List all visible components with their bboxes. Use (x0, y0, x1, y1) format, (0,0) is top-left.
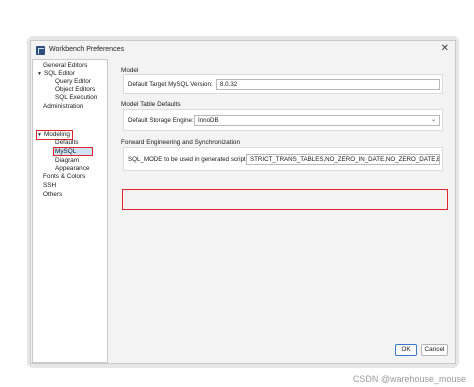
preferences-window: Workbench Preferences ✕ General Editors … (30, 40, 456, 364)
sidebar-item-sql-editor[interactable]: ▼ SQL Editor (37, 70, 75, 78)
sidebar-item-appearance[interactable]: Appearance (55, 165, 89, 173)
sql-mode-label: SQL_MODE to be used in generated scripts… (128, 156, 251, 163)
sidebar-item-query-editor[interactable]: Query Editor (55, 78, 91, 86)
storage-engine-select[interactable]: InnoDB ⌄ (194, 115, 440, 126)
sidebar-item-administration[interactable]: Administration (43, 103, 84, 111)
chevron-down-icon: ⌄ (430, 117, 436, 123)
cancel-button[interactable]: Cancel (421, 344, 448, 356)
preferences-tree: General Editors ▼ SQL Editor Query Editor… (32, 59, 108, 363)
section-title-forward-engineering: Forward Engineering and Synchronization (121, 139, 241, 146)
workbench-app-icon (36, 46, 45, 55)
title-bar: Workbench Preferences ✕ (31, 41, 455, 59)
storage-engine-label: Default Storage Engine: (128, 117, 194, 124)
chevron-down-icon[interactable]: ▼ (37, 132, 42, 138)
sidebar-item-object-editors[interactable]: Object Editors (55, 86, 95, 94)
sidebar-item-fonts-colors[interactable]: Fonts & Colors (43, 173, 85, 181)
sidebar-item-others[interactable]: Others (43, 191, 62, 199)
model-group: Default Target MySQL Version: 8.0.32 (123, 74, 443, 94)
sidebar-item-label: Modeling (43, 131, 70, 138)
sql-mode-input[interactable]: STRICT_TRANS_TABLES,NO_ZERO_IN_DATE,NO_Z… (246, 154, 440, 165)
ok-button[interactable]: OK (395, 344, 417, 356)
forward-engineering-group: SQL_MODE to be used in generated scripts… (123, 147, 443, 171)
sidebar-item-modeling[interactable]: ▼ Modeling (37, 131, 70, 139)
preferences-content: Model Default Target MySQL Version: 8.0.… (117, 59, 451, 359)
target-version-label: Default Target MySQL Version: (128, 81, 213, 88)
chevron-down-icon[interactable]: ▼ (37, 71, 42, 77)
sidebar-item-sql-execution[interactable]: SQL Execution (55, 94, 97, 102)
close-icon[interactable]: ✕ (441, 44, 449, 54)
sidebar-item-label: SQL Editor (43, 70, 75, 77)
window-title: Workbench Preferences (49, 46, 124, 53)
sidebar-item-defaults[interactable]: Defaults (55, 139, 78, 147)
sidebar-item-general-editors[interactable]: General Editors (43, 62, 87, 70)
storage-engine-value: InnoDB (198, 117, 219, 124)
sidebar-item-mysql[interactable]: MySQL (55, 148, 76, 156)
section-title-model-table: Model Table Defaults (121, 101, 181, 108)
sql-mode-highlight-box (122, 189, 448, 210)
sidebar-item-ssh[interactable]: SSH (43, 182, 56, 190)
sidebar-item-diagram[interactable]: Diagram (55, 157, 79, 165)
target-version-input[interactable]: 8.0.32 (216, 79, 440, 90)
model-table-group: Default Storage Engine: InnoDB ⌄ (123, 109, 443, 131)
section-title-model: Model (121, 67, 139, 74)
csdn-watermark: CSDN @warehouse_mouse (352, 374, 466, 384)
